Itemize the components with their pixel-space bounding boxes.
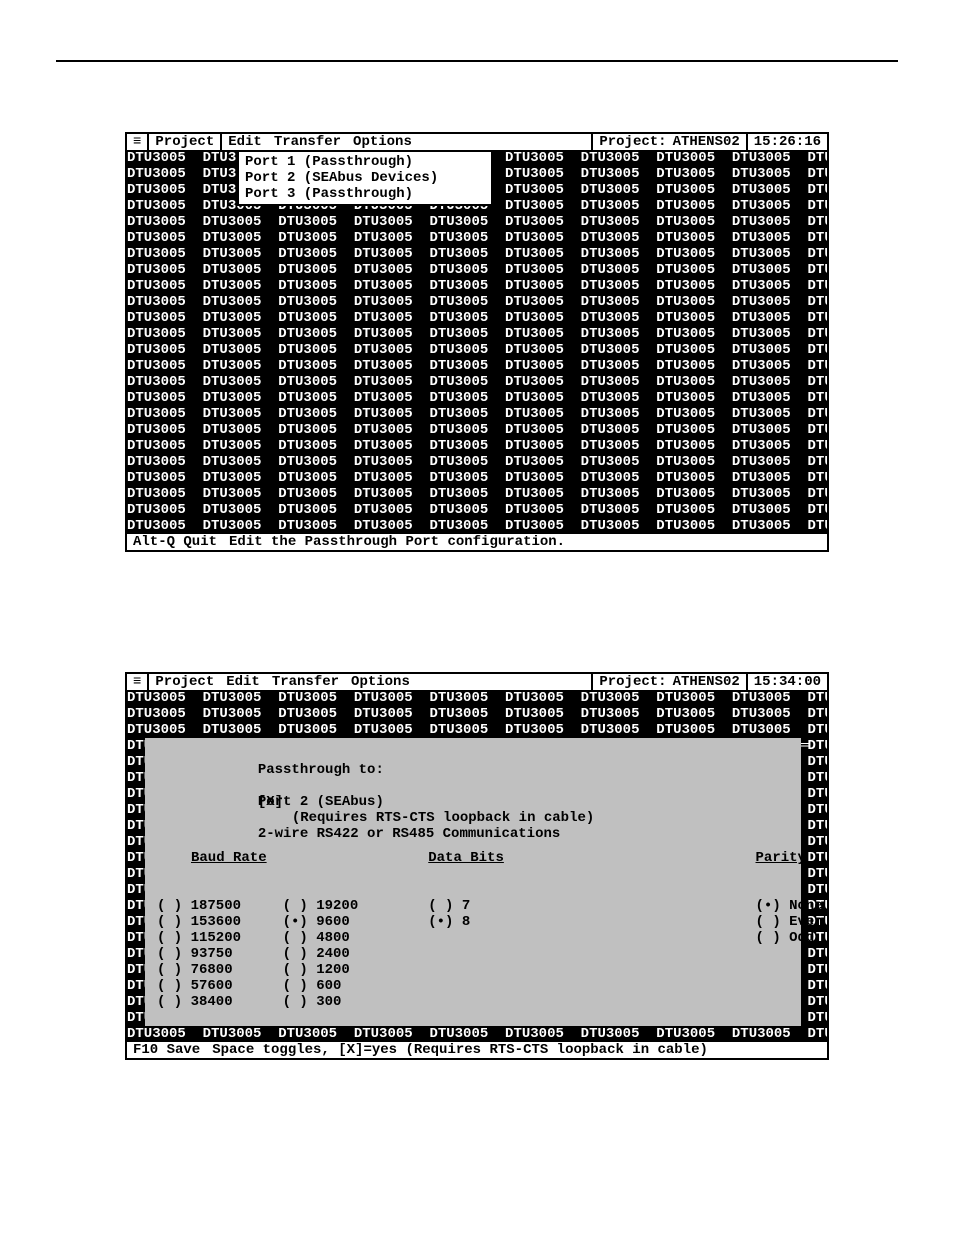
- parity-radio-odd[interactable]: ( ) Odd: [756, 930, 829, 946]
- baud-radio-9600[interactable]: (•) 9600: [283, 914, 401, 930]
- edit-dropdown[interactable]: Port 1 (Passthrough) Port 2 (SEAbus Devi…: [237, 150, 493, 206]
- parity-header: Parity: [756, 850, 829, 866]
- menu-project[interactable]: Project: [149, 134, 220, 150]
- baud-radio-187500[interactable]: ( ) 187500: [157, 898, 275, 914]
- clock: 15:34:00: [748, 674, 827, 690]
- status-bar: Alt-Q Quit Edit the Passthrough Port con…: [127, 534, 827, 550]
- bg-row: DTU3005 DTU3005 DTU3005 DTU3005 DTU3005 …: [127, 406, 827, 422]
- bg-row: DTU3005 DTU3005 DTU3005 DTU3005 DTU3005 …: [127, 470, 827, 486]
- background-pattern: DTU3005 DTU3005 DTU3005 DTU3005 DTU3005 …: [127, 150, 827, 534]
- background-area: DTU3005 DTU3005 DTU3005 DTU3005 DTU3005 …: [127, 690, 827, 1042]
- system-menu-icon[interactable]: ≡: [127, 134, 147, 150]
- databits-col: Data Bits ( ) 7(•) 8 Intermessage Time-O…: [428, 818, 747, 1060]
- baud-radio-153600[interactable]: ( ) 153600: [157, 914, 275, 930]
- menubar: ≡ Project Edit Transfer Options Project:…: [127, 134, 827, 150]
- bg-row: DTU3005 DTU3005 DTU3005 DTU3005 DTU3005 …: [127, 390, 827, 406]
- baud-radio-2400[interactable]: ( ) 2400: [283, 946, 401, 962]
- bg-row: DTU3005 DTU3005 DTU3005 DTU3005 DTU3005 …: [127, 422, 827, 438]
- bg-row: DTU3005 DTU3005 DTU3005 DTU3005 DTU3005 …: [127, 310, 827, 326]
- terminal-screenshot-1: ≡ Project Edit Transfer Options Project:…: [125, 132, 829, 552]
- baud-radio-57600[interactable]: ( ) 57600: [157, 978, 275, 994]
- baud-radio-93750[interactable]: ( ) 93750: [157, 946, 275, 962]
- project-label: Project:: [593, 134, 672, 150]
- bg-row: DTU3005 DTU3005 DTU3005 DTU3005 DTU3005 …: [127, 486, 827, 502]
- baud-header: Baud Rate: [157, 850, 275, 866]
- bg-row: DTU3005 DTU3005 DTU3005 DTU3005 DTU3005 …: [127, 230, 827, 246]
- baud-radio-76800[interactable]: ( ) 76800: [157, 962, 275, 978]
- terminal-screenshot-2: ≡ Project Edit Transfer Options Project:…: [125, 672, 829, 1060]
- system-menu-icon[interactable]: ≡: [127, 674, 147, 690]
- bg-row: DTU3005 DTU3005 DTU3005 DTU3005 DTU3005 …: [127, 690, 827, 706]
- background-area: DTU3005 DTU3005 DTU3005 DTU3005 DTU3005 …: [127, 150, 827, 534]
- project-name: ATHENS02: [673, 134, 746, 150]
- databits-radio-8[interactable]: (•) 8: [428, 914, 747, 930]
- menu-transfer[interactable]: Transfer: [266, 674, 345, 690]
- menu-edit[interactable]: Edit: [220, 674, 266, 690]
- baud-radio-38400[interactable]: ( ) 38400: [157, 994, 275, 1010]
- port-config-dialog: Passthrough to: Port 2 (SEAbus) [X] 2-wi…: [145, 738, 801, 1026]
- dropdown-port-2[interactable]: Port 2 (SEAbus Devices): [245, 170, 485, 186]
- project-name: ATHENS02: [673, 674, 746, 690]
- parity-radio-even[interactable]: ( ) Even: [756, 914, 829, 930]
- baud-radio-19200[interactable]: ( ) 19200: [283, 898, 401, 914]
- baud-radio-300[interactable]: ( ) 300: [283, 994, 401, 1010]
- dropdown-port-3[interactable]: Port 3 (Passthrough): [245, 186, 485, 202]
- passthrough-label: Passthrough to:: [258, 762, 384, 778]
- baud-col-2: ( ) 19200(•) 9600( ) 4800( ) 2400( ) 120…: [283, 818, 401, 1060]
- menu-options[interactable]: Options: [347, 134, 418, 150]
- bg-row: DTU3005 DTU3005 DTU3005 DTU3005 DTU3005 …: [127, 342, 827, 358]
- settings-section: Baud Rate ( ) 187500( ) 153600( ) 115200…: [157, 818, 789, 1060]
- bg-row: DTU3005 DTU3005 DTU3005 DTU3005 DTU3005 …: [127, 706, 827, 722]
- bg-row: DTU3005 DTU3005 DTU3005 DTU3005 DTU3005 …: [127, 374, 827, 390]
- menu-project[interactable]: Project: [149, 674, 220, 690]
- bg-row: DTU3005 DTU3005 DTU3005 DTU3005 DTU3005 …: [127, 454, 827, 470]
- menu-edit[interactable]: Edit: [222, 134, 268, 150]
- bg-row: DTU3005 DTU3005 DTU3005 DTU3005 DTU3005 …: [127, 438, 827, 454]
- baud-radio-115200[interactable]: ( ) 115200: [157, 930, 275, 946]
- baud-col-1: Baud Rate ( ) 187500( ) 153600( ) 115200…: [157, 818, 275, 1060]
- bg-row: DTU3005 DTU3005 DTU3005 DTU3005 DTU3005 …: [127, 518, 827, 534]
- databits-header: Data Bits: [428, 850, 747, 866]
- bg-row: DTU3005 DTU3005 DTU3005 DTU3005 DTU3005 …: [127, 278, 827, 294]
- databits-radio-7[interactable]: ( ) 7: [428, 898, 747, 914]
- bg-row: DTU3005 DTU3005 DTU3005 DTU3005 DTU3005 …: [127, 214, 827, 230]
- parity-col: Parity (•) None( ) Even( ) Odd: [756, 818, 829, 1060]
- status-hotkey: Alt-Q Quit: [127, 534, 223, 550]
- bg-row: DTU3005 DTU3005 DTU3005 DTU3005 DTU3005 …: [127, 326, 827, 342]
- baud-radio-4800[interactable]: ( ) 4800: [283, 930, 401, 946]
- menu-transfer[interactable]: Transfer: [268, 134, 347, 150]
- two-wire-checkbox[interactable]: [X]: [258, 794, 283, 810]
- bg-row: DTU3005 DTU3005 DTU3005 DTU3005 DTU3005 …: [127, 246, 827, 262]
- project-label: Project:: [593, 674, 672, 690]
- bg-row: DTU3005 DTU3005 DTU3005 DTU3005 DTU3005 …: [127, 502, 827, 518]
- page-divider: [56, 60, 898, 62]
- bg-row: DTU3005 DTU3005 DTU3005 DTU3005 DTU3005 …: [127, 294, 827, 310]
- bg-row: DTU3005 DTU3005 DTU3005 DTU3005 DTU3005 …: [127, 358, 827, 374]
- status-hint: Edit the Passthrough Port configuration.: [223, 534, 571, 550]
- clock: 15:26:16: [748, 134, 827, 150]
- baud-radio-600[interactable]: ( ) 600: [283, 978, 401, 994]
- dropdown-port-1[interactable]: Port 1 (Passthrough): [245, 154, 485, 170]
- parity-radio-none[interactable]: (•) None: [756, 898, 829, 914]
- menubar: ≡ Project Edit Transfer Options Project:…: [127, 674, 827, 690]
- bg-row: DTU3005 DTU3005 DTU3005 DTU3005 DTU3005 …: [127, 262, 827, 278]
- menu-options[interactable]: Options: [345, 674, 416, 690]
- baud-radio-1200[interactable]: ( ) 1200: [283, 962, 401, 978]
